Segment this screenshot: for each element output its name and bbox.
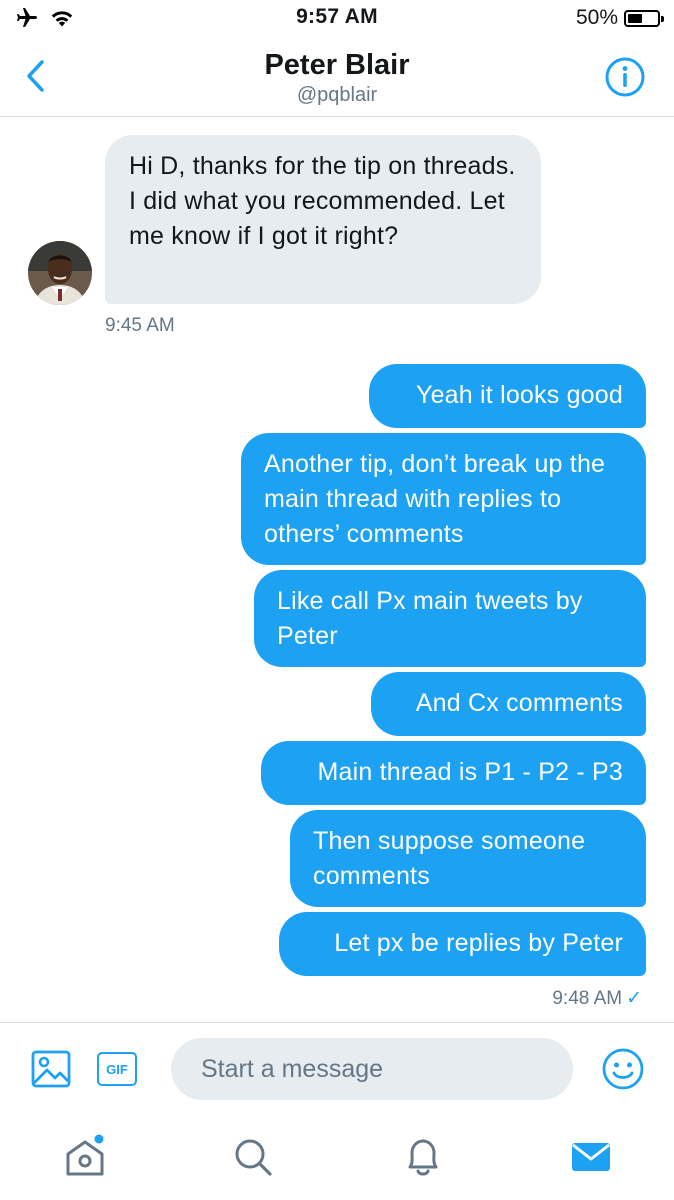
- messages-icon: [572, 1143, 610, 1171]
- message-bubble-incoming[interactable]: Hi D, thanks for the tip on threads. I d…: [105, 135, 541, 304]
- contact-avatar[interactable]: [28, 241, 92, 305]
- message-bubble-outgoing[interactable]: Another tip, don’t break up the main thr…: [241, 433, 646, 565]
- status-bar: 9:57 AM 50%: [0, 0, 674, 40]
- message-text: Like call Px main tweets by Peter: [277, 587, 583, 650]
- conversation-header: Peter Blair @pqblair: [0, 40, 674, 117]
- tab-notifications[interactable]: [398, 1132, 448, 1182]
- message-timestamp-sent: 9:48 AM ✓: [552, 987, 642, 1010]
- message-bubble-outgoing[interactable]: Main thread is P1 - P2 - P3: [261, 741, 646, 805]
- tab-messages[interactable]: [566, 1132, 616, 1182]
- message-text: Then suppose someone comments: [313, 827, 586, 890]
- gif-icon: GIF: [106, 1061, 128, 1077]
- message-composer: GIF: [0, 1022, 674, 1115]
- info-icon: [605, 57, 645, 97]
- info-button[interactable]: [604, 56, 646, 98]
- message-text: Main thread is P1 - P2 - P3: [317, 758, 623, 786]
- message-text: Yeah it looks good: [415, 381, 623, 409]
- tab-search[interactable]: [228, 1132, 278, 1182]
- emoji-button[interactable]: [601, 1047, 645, 1091]
- message-text: And Cx comments: [415, 689, 623, 717]
- notifications-icon: [408, 1139, 438, 1176]
- tab-home[interactable]: [60, 1132, 110, 1182]
- conversation-title[interactable]: Peter Blair @pqblair: [0, 48, 674, 108]
- message-bubble-outgoing[interactable]: Yeah it looks good: [369, 364, 646, 428]
- read-check-icon: ✓: [626, 988, 642, 1009]
- battery-percent: 50%: [575, 6, 618, 29]
- search-icon: [235, 1139, 272, 1176]
- home-icon: [66, 1134, 104, 1176]
- message-bubble-outgoing[interactable]: Then suppose someone comments: [290, 810, 646, 907]
- tab-bar: [0, 1114, 674, 1200]
- message-bubble-outgoing[interactable]: And Cx comments: [371, 672, 646, 736]
- message-text: Let px be replies by Peter: [334, 929, 623, 957]
- contact-handle: @pqblair: [296, 84, 378, 106]
- message-bubble-outgoing[interactable]: Like call Px main tweets by Peter: [254, 570, 646, 667]
- gif-button[interactable]: GIF: [97, 1052, 137, 1086]
- emoji-icon: [602, 1048, 644, 1090]
- status-right: 50%: [575, 6, 664, 30]
- avatar-photo: [28, 241, 92, 305]
- message-text: Another tip, don’t break up the main thr…: [264, 450, 606, 548]
- message-input[interactable]: [171, 1038, 573, 1100]
- message-bubble-outgoing[interactable]: Let px be replies by Peter: [279, 912, 646, 976]
- message-text: Hi D, thanks for the tip on threads. I d…: [129, 152, 516, 250]
- status-time: 9:57 AM: [296, 5, 378, 28]
- image-icon: [31, 1050, 71, 1088]
- contact-name: Peter Blair: [264, 49, 410, 81]
- battery-icon: [624, 9, 664, 27]
- message-timestamp: 9:45 AM: [105, 315, 175, 336]
- sent-time: 9:48 AM: [552, 988, 623, 1009]
- add-photo-button[interactable]: [31, 1049, 71, 1089]
- battery-level: [628, 13, 642, 23]
